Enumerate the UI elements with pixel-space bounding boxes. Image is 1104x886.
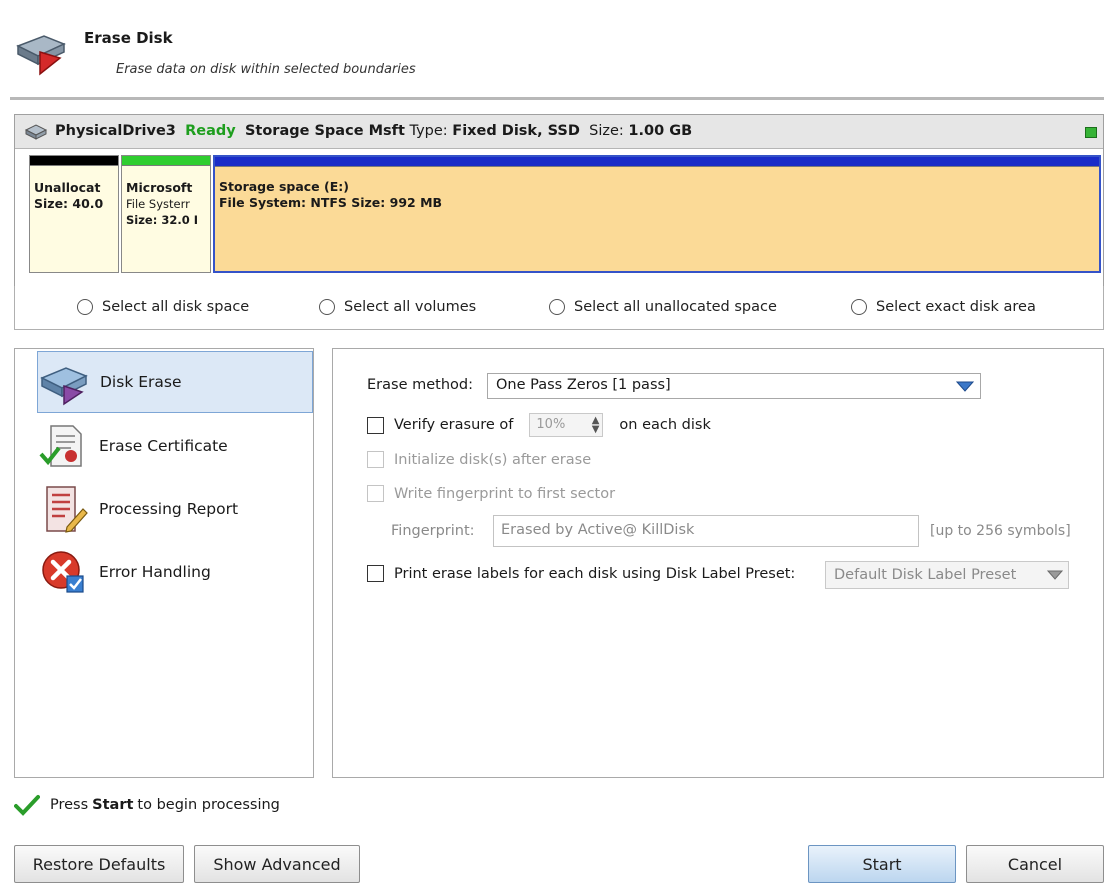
partition-name: Microsoft xyxy=(126,180,193,195)
partition-name: Unallocat xyxy=(34,180,101,195)
cancel-button[interactable]: Cancel xyxy=(966,845,1104,883)
print-labels-checkbox[interactable] xyxy=(367,565,384,582)
nav-item-disk-erase[interactable]: Disk Erase xyxy=(37,351,313,413)
disk-map-panel: PhysicalDrive3 Ready Storage Space Msft … xyxy=(14,114,1104,302)
radio-circle[interactable] xyxy=(319,299,335,315)
initialize-row: Initialize disk(s) after erase xyxy=(367,451,591,468)
radio-circle[interactable] xyxy=(549,299,565,315)
initialize-label: Initialize disk(s) after erase xyxy=(394,451,592,468)
radio-circle[interactable] xyxy=(77,299,93,315)
label-preset-value: Default Disk Label Preset xyxy=(834,567,1017,583)
erase-method-value: One Pass Zeros [1 pass] xyxy=(496,377,671,393)
radio-label: Select all unallocated space xyxy=(574,299,777,315)
report-icon xyxy=(46,486,88,533)
radio-select-all-unallocated[interactable]: Select all unallocated space xyxy=(549,299,777,315)
hard-drive-icon xyxy=(25,124,47,140)
nav-item-label: Error Handling xyxy=(99,563,211,581)
radio-select-all-volumes[interactable]: Select all volumes xyxy=(319,299,476,315)
disk-size-value: 1.00 GB xyxy=(628,123,693,139)
certificate-icon xyxy=(39,425,82,467)
partition-size: Size: 40.0 xyxy=(34,196,104,211)
radio-label: Select exact disk area xyxy=(876,299,1036,315)
disk-size-label: Size: xyxy=(589,123,624,139)
status-bar: Press Start to begin processing xyxy=(14,794,280,816)
status-bold: Start xyxy=(92,797,134,813)
partition-filesystem: File Systerr xyxy=(126,197,190,211)
radio-label: Select all disk space xyxy=(102,299,250,315)
checkmark-icon xyxy=(14,795,40,816)
verify-percent-stepper[interactable]: 10% ▲ ▼ xyxy=(529,413,604,437)
nav-item-label: Disk Erase xyxy=(100,373,182,391)
disk-type-label: Type: xyxy=(409,123,448,139)
restore-defaults-button[interactable]: Restore Defaults xyxy=(14,845,184,883)
radio-label: Select all volumes xyxy=(344,299,477,315)
nav-item-error-handling[interactable]: Error Handling xyxy=(37,541,313,603)
options-nav: Disk Erase Erase Certificate Processing … xyxy=(14,348,314,778)
erase-method-label: Erase method: xyxy=(367,377,473,393)
verify-label: Verify erasure of xyxy=(394,417,514,433)
header-divider xyxy=(10,97,1104,100)
disk-model: Storage Space Msft xyxy=(244,123,405,139)
erase-method-row: Erase method: xyxy=(367,377,473,393)
fingerprint-input[interactable]: Erased by Active@ KillDisk xyxy=(493,515,919,547)
dropdown-arrow-icon[interactable] xyxy=(1042,562,1068,588)
error-icon xyxy=(42,551,84,593)
partition-bar xyxy=(215,157,1099,167)
disk-type-value: Fixed Disk, SSD xyxy=(452,123,580,139)
verify-percent-value: 10% xyxy=(536,417,566,432)
partition-unallocated[interactable]: Unallocat Size: 40.0 xyxy=(29,155,119,273)
write-fingerprint-row: Write fingerprint to first sector xyxy=(367,485,615,502)
dialog-subtitle: Erase data on disk within selected bound… xyxy=(116,62,416,77)
verify-row: Verify erasure of 10% ▲ ▼ on each disk xyxy=(367,413,711,437)
disk-info: PhysicalDrive3 Ready Storage Space Msft … xyxy=(55,123,692,139)
show-advanced-button[interactable]: Show Advanced xyxy=(194,845,360,883)
erase-disk-icon xyxy=(16,35,66,76)
disk-status-indicator xyxy=(1085,127,1097,138)
print-labels-row: Print erase labels for each disk using D… xyxy=(367,565,795,582)
selection-options: Select all disk space Select all volumes… xyxy=(14,286,1104,330)
status-prefix: Press xyxy=(50,797,89,813)
erase-method-select[interactable]: One Pass Zeros [1 pass] xyxy=(487,373,981,399)
radio-circle[interactable] xyxy=(851,299,867,315)
disk-erase-icon xyxy=(40,367,88,406)
partition-name: Storage space (E:) xyxy=(219,179,349,194)
partition-details: File System: NTFS Size: 992 MB xyxy=(219,195,443,210)
partition-storage-space[interactable]: Storage space (E:) File System: NTFS Siz… xyxy=(213,155,1101,273)
nav-item-processing-report[interactable]: Processing Report xyxy=(37,478,313,540)
label-preset-select[interactable]: Default Disk Label Preset xyxy=(825,561,1069,589)
nav-item-label: Erase Certificate xyxy=(99,437,228,455)
disk-erase-options: Erase method: One Pass Zeros [1 pass] Ve… xyxy=(332,348,1104,778)
radio-select-exact-area[interactable]: Select exact disk area xyxy=(851,299,1036,315)
nav-item-label: Processing Report xyxy=(99,500,239,518)
header: Erase Disk Erase data on disk within sel… xyxy=(0,0,1104,98)
status-suffix: to begin processing xyxy=(137,797,280,813)
nav-item-erase-certificate[interactable]: Erase Certificate xyxy=(37,415,313,477)
dialog-title: Erase Disk xyxy=(84,29,173,47)
write-fingerprint-checkbox[interactable] xyxy=(367,485,384,502)
verify-checkbox[interactable] xyxy=(367,416,384,434)
write-fingerprint-label: Write fingerprint to first sector xyxy=(394,485,616,502)
fingerprint-label: Fingerprint: xyxy=(391,523,475,539)
disk-status: Ready xyxy=(185,123,236,139)
partition-size: Size: 32.0 I xyxy=(126,213,198,227)
partition-bar xyxy=(122,156,210,166)
dropdown-arrow-icon[interactable] xyxy=(950,374,980,398)
partition-microsoft[interactable]: Microsoft File Systerr Size: 32.0 I xyxy=(121,155,211,273)
fingerprint-hint: [up to 256 symbols] xyxy=(930,523,1071,539)
disk-header[interactable]: PhysicalDrive3 Ready Storage Space Msft … xyxy=(15,115,1103,149)
disk-name: PhysicalDrive3 xyxy=(55,123,176,139)
start-button[interactable]: Start xyxy=(808,845,956,883)
print-labels-label: Print erase labels for each disk using D… xyxy=(394,565,796,582)
stepper-arrows-icon[interactable]: ▲ ▼ xyxy=(592,416,600,435)
partition-bar xyxy=(30,156,118,166)
initialize-checkbox[interactable] xyxy=(367,451,384,468)
radio-select-all-disk-space[interactable]: Select all disk space xyxy=(77,299,249,315)
verify-suffix: on each disk xyxy=(619,417,711,433)
